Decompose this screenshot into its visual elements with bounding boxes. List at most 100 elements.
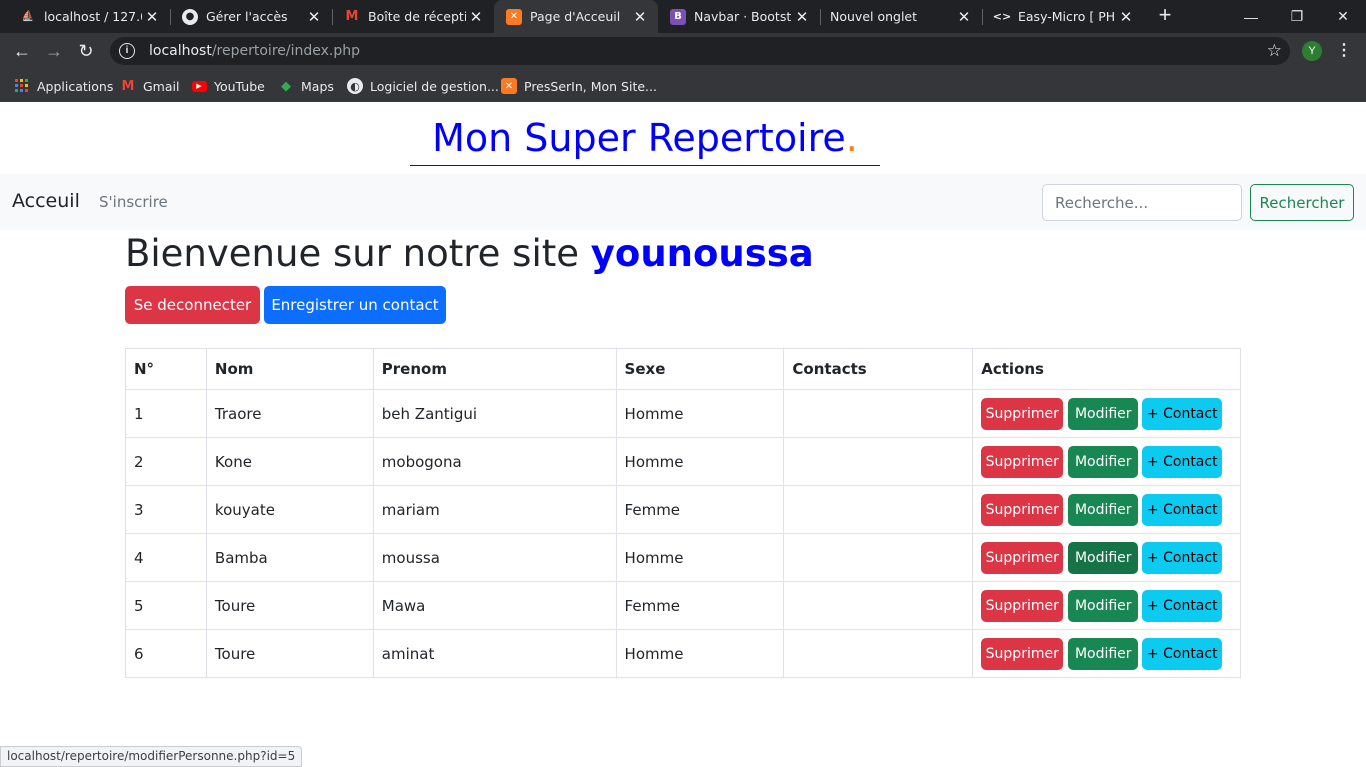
table-row: 4 Bamba moussa Homme Supprimer Modifier … [125, 533, 1241, 582]
search-button[interactable]: Rechercher [1250, 184, 1354, 221]
cell-contacts [783, 629, 974, 678]
address-bar[interactable]: i localhost/repertoire/index.php ☆ [110, 37, 1290, 65]
cell-actions: Supprimer Modifier + Contact [972, 629, 1241, 678]
bookmark-star-icon[interactable]: ☆ [1267, 41, 1282, 61]
close-tab-icon[interactable]: ✕ [1116, 8, 1136, 26]
add-contact-row-button[interactable]: + Contact [1142, 542, 1223, 574]
tab-bootstrap[interactable]: B Navbar · Bootstrap ✕ [658, 0, 820, 33]
table-header-row: N° Nom Prenom Sexe Contacts Actions [125, 348, 1241, 390]
bookmark-label: Logiciel de gestion... [370, 78, 499, 94]
header-contacts: Contacts [783, 348, 974, 390]
add-contact-row-button[interactable]: + Contact [1142, 590, 1223, 622]
bookmark-label: PresSerIn, Mon Site... [524, 78, 657, 94]
profile-avatar[interactable]: Y [1302, 41, 1322, 61]
bookmark-youtube[interactable]: ▶ YouTube [191, 76, 265, 96]
bookmark-presserin[interactable]: ✕ PresSerIn, Mon Site... [501, 76, 657, 96]
table-row: 3 kouyate mariam Femme Supprimer Modifie… [125, 485, 1241, 534]
cell-num: 2 [125, 437, 207, 486]
back-button[interactable]: ← [9, 38, 35, 64]
url-text[interactable]: localhost/repertoire/index.php [149, 43, 360, 59]
delete-button[interactable]: Supprimer [981, 638, 1064, 670]
header-num: N° [125, 348, 207, 390]
edit-button[interactable]: Modifier [1068, 398, 1139, 430]
header-actions: Actions [972, 348, 1241, 390]
browser-menu-icon[interactable]: ⋮ [1336, 40, 1352, 62]
tab-page-acceuil[interactable]: ✕ Page d'Acceuil ✕ [494, 0, 658, 33]
bookmark-applications[interactable]: Applications [14, 76, 113, 96]
close-tab-icon[interactable]: ✕ [304, 8, 324, 26]
close-window-button[interactable]: ✕ [1320, 0, 1366, 33]
delete-button[interactable]: Supprimer [981, 446, 1064, 478]
tab-easy-micro[interactable]: <> Easy-Micro [ PHP-I ✕ [982, 0, 1144, 33]
tab-new[interactable]: Nouvel onglet ✕ [820, 0, 982, 33]
minimize-button[interactable]: — [1228, 0, 1274, 33]
page-content: Mon Super Repertoire. Acceuil S'inscrire… [0, 102, 1366, 767]
cell-contacts [783, 485, 974, 534]
brand-title: Mon Super Repertoire [432, 116, 846, 160]
header-sexe: Sexe [615, 348, 785, 390]
github-icon: ● [182, 8, 198, 25]
table-row: 5 Toure Mawa Femme Supprimer Modifier + … [125, 581, 1241, 630]
cell-prenom: beh Zantigui [372, 389, 617, 438]
reload-button[interactable]: ↻ [73, 38, 99, 64]
bookmark-label: Gmail [143, 78, 180, 94]
tab-title: Nouvel onglet [830, 9, 918, 24]
cell-prenom: mobogona [372, 437, 617, 486]
cell-sexe: Femme [615, 485, 785, 534]
add-contact-row-button[interactable]: + Contact [1142, 638, 1223, 670]
apps-grid-icon [14, 78, 30, 94]
close-tab-icon[interactable]: ✕ [630, 8, 650, 26]
info-icon[interactable]: i [119, 43, 135, 59]
add-contact-row-button[interactable]: + Contact [1142, 494, 1223, 526]
logout-button[interactable]: Se deconnecter [125, 286, 260, 324]
table-row: 1 Traore beh Zantigui Homme Supprimer Mo… [125, 389, 1241, 438]
new-tab-button[interactable]: + [1154, 4, 1176, 28]
search-input[interactable] [1042, 184, 1242, 221]
tab-strip: ⛵ localhost / 127.0.0. ✕ ● Gérer l'accès… [0, 0, 1366, 33]
edit-button[interactable]: Modifier [1068, 638, 1139, 670]
bookmark-maps[interactable]: ◆ Maps [278, 76, 334, 96]
cell-sexe: Homme [615, 437, 785, 486]
tab-title: Page d'Acceuil [530, 9, 621, 24]
tab-gmail[interactable]: M Boîte de réception ✕ [332, 0, 494, 33]
url-path: /repertoire/index.php [211, 43, 360, 59]
tab-phpmyadmin[interactable]: ⛵ localhost / 127.0.0. ✕ [8, 0, 170, 33]
edit-button[interactable]: Modifier [1068, 446, 1139, 478]
cell-contacts [783, 437, 974, 486]
close-tab-icon[interactable]: ✕ [792, 8, 812, 26]
cell-sexe: Femme [615, 581, 785, 630]
phpmyadmin-icon: ⛵ [21, 11, 35, 22]
close-tab-icon[interactable]: ✕ [954, 8, 974, 26]
brand-dot: . [845, 116, 858, 160]
delete-button[interactable]: Supprimer [981, 590, 1064, 622]
nav-home-link[interactable]: Acceuil [12, 190, 80, 212]
delete-button[interactable]: Supprimer [981, 542, 1064, 574]
nav-signup-link[interactable]: S'inscrire [99, 193, 168, 211]
bookmark-label: Applications [37, 78, 114, 94]
maximize-button[interactable]: ❐ [1274, 0, 1320, 33]
close-tab-icon[interactable]: ✕ [142, 8, 162, 26]
bookmark-gmail[interactable]: M Gmail [120, 76, 180, 96]
table-row: 2 Kone mobogona Homme Supprimer Modifier… [125, 437, 1241, 486]
bookmarks-bar: Applications M Gmail ▶ YouTube ◆ Maps ◐ … [0, 69, 1366, 102]
add-contact-button[interactable]: Enregistrer un contact [264, 286, 446, 324]
close-tab-icon[interactable]: ✕ [466, 8, 486, 26]
table-row: 6 Toure aminat Homme Supprimer Modifier … [125, 629, 1241, 678]
edit-button[interactable]: Modifier [1068, 542, 1139, 574]
cell-prenom: moussa [372, 533, 617, 582]
add-contact-row-button[interactable]: + Contact [1142, 398, 1223, 430]
cell-nom: Kone [205, 437, 374, 486]
cell-actions: Supprimer Modifier + Contact [972, 533, 1241, 582]
edit-button[interactable]: Modifier [1068, 590, 1139, 622]
cell-sexe: Homme [615, 629, 785, 678]
cell-nom: Bamba [205, 533, 374, 582]
add-contact-row-button[interactable]: + Contact [1142, 446, 1223, 478]
forward-button[interactable]: → [41, 38, 67, 64]
delete-button[interactable]: Supprimer [981, 398, 1064, 430]
edit-button[interactable]: Modifier [1068, 494, 1139, 526]
tab-github[interactable]: ● Gérer l'accès ✕ [170, 0, 332, 33]
bookmark-logiciel[interactable]: ◐ Logiciel de gestion... [347, 76, 499, 96]
bookmark-label: YouTube [214, 78, 265, 94]
delete-button[interactable]: Supprimer [981, 494, 1064, 526]
header-prenom: Prenom [372, 348, 617, 390]
